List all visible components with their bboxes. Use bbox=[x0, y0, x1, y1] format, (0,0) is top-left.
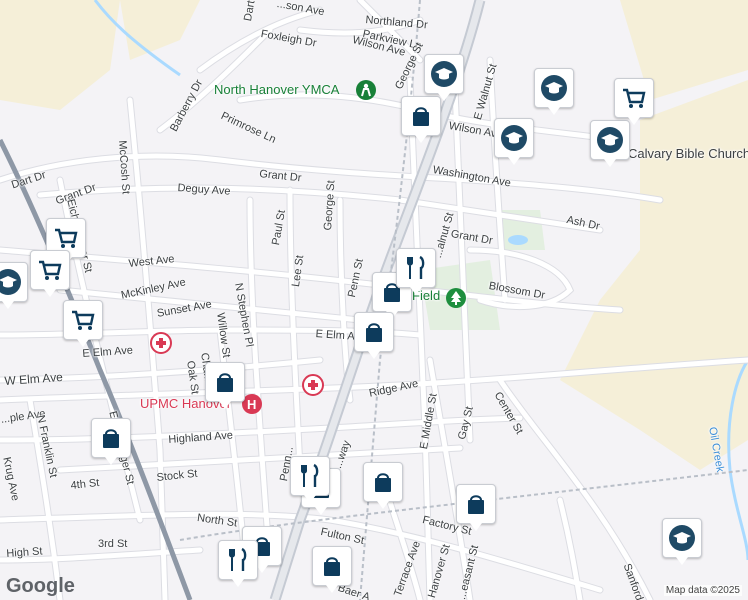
fork-knife-icon bbox=[407, 255, 425, 279]
graduation-cap-icon bbox=[597, 127, 623, 153]
medical-cross-icon bbox=[156, 338, 166, 348]
street-label: 3rd St bbox=[98, 538, 128, 550]
medical-cross-icon bbox=[308, 380, 318, 390]
school-pin[interactable] bbox=[494, 118, 534, 165]
shopping-pin[interactable] bbox=[401, 96, 441, 143]
shopping-bag-icon bbox=[375, 473, 391, 492]
google-logo: Google bbox=[6, 575, 75, 597]
tree-icon bbox=[451, 291, 461, 305]
medical-marker[interactable] bbox=[150, 332, 172, 354]
ymca-marker[interactable] bbox=[356, 80, 376, 100]
graduation-cap-icon bbox=[431, 61, 457, 87]
graduation-cap-icon bbox=[541, 75, 567, 101]
graduation-cap-icon bbox=[501, 125, 527, 151]
hospital-icon: H bbox=[247, 397, 256, 412]
shopping-cart-icon bbox=[55, 228, 78, 248]
restaurant-pin[interactable] bbox=[290, 456, 330, 503]
hospital-marker[interactable]: H bbox=[242, 394, 262, 414]
graduation-cap-icon bbox=[669, 525, 695, 551]
map-attribution[interactable]: Map data ©2025 bbox=[663, 585, 742, 596]
ymca-label[interactable]: North Hanover YMCA bbox=[214, 82, 339, 97]
calvary-label[interactable]: Calvary Bible Church bbox=[628, 146, 748, 161]
person-icon bbox=[361, 83, 371, 97]
shopping-cart-icon bbox=[39, 260, 62, 280]
shopping-pin[interactable] bbox=[205, 362, 245, 409]
shopping-bag-icon bbox=[468, 495, 484, 514]
graduation-cap-icon bbox=[0, 269, 21, 295]
shopping-bag-icon bbox=[366, 323, 382, 342]
shopping-bag-icon bbox=[413, 107, 429, 126]
restaurant-pin[interactable] bbox=[218, 540, 258, 587]
street-label: High St bbox=[6, 545, 43, 560]
school-pin[interactable] bbox=[662, 518, 702, 565]
shopping-cart-icon bbox=[72, 310, 95, 330]
shopping-bag-icon bbox=[217, 373, 233, 392]
restaurant-pin[interactable] bbox=[396, 248, 436, 295]
shopping-bag-icon bbox=[324, 557, 340, 576]
shopping-pin[interactable] bbox=[363, 462, 403, 509]
grocery-pin[interactable] bbox=[63, 300, 103, 347]
grocery-pin[interactable] bbox=[30, 250, 70, 297]
fork-knife-icon bbox=[301, 463, 319, 487]
school-pin[interactable] bbox=[590, 120, 630, 167]
school-pin[interactable] bbox=[534, 68, 574, 115]
shopping-pin[interactable] bbox=[456, 484, 496, 531]
school-pin[interactable] bbox=[0, 262, 28, 309]
grocery-pin[interactable] bbox=[614, 78, 654, 125]
shopping-bag-icon bbox=[103, 429, 119, 448]
shopping-pin[interactable] bbox=[312, 546, 352, 593]
medical-marker[interactable] bbox=[302, 374, 324, 396]
shopping-cart-icon bbox=[623, 88, 646, 108]
svg-text:H: H bbox=[247, 397, 256, 412]
school-pin[interactable] bbox=[424, 54, 464, 101]
shopping-pin[interactable] bbox=[91, 418, 131, 465]
map-canvas[interactable]: Northland Dr Parkview Ln Wilson Ave Geor… bbox=[0, 0, 748, 600]
fork-knife-icon bbox=[229, 547, 247, 571]
shopping-pin[interactable] bbox=[354, 312, 394, 359]
park-marker[interactable] bbox=[446, 288, 466, 308]
